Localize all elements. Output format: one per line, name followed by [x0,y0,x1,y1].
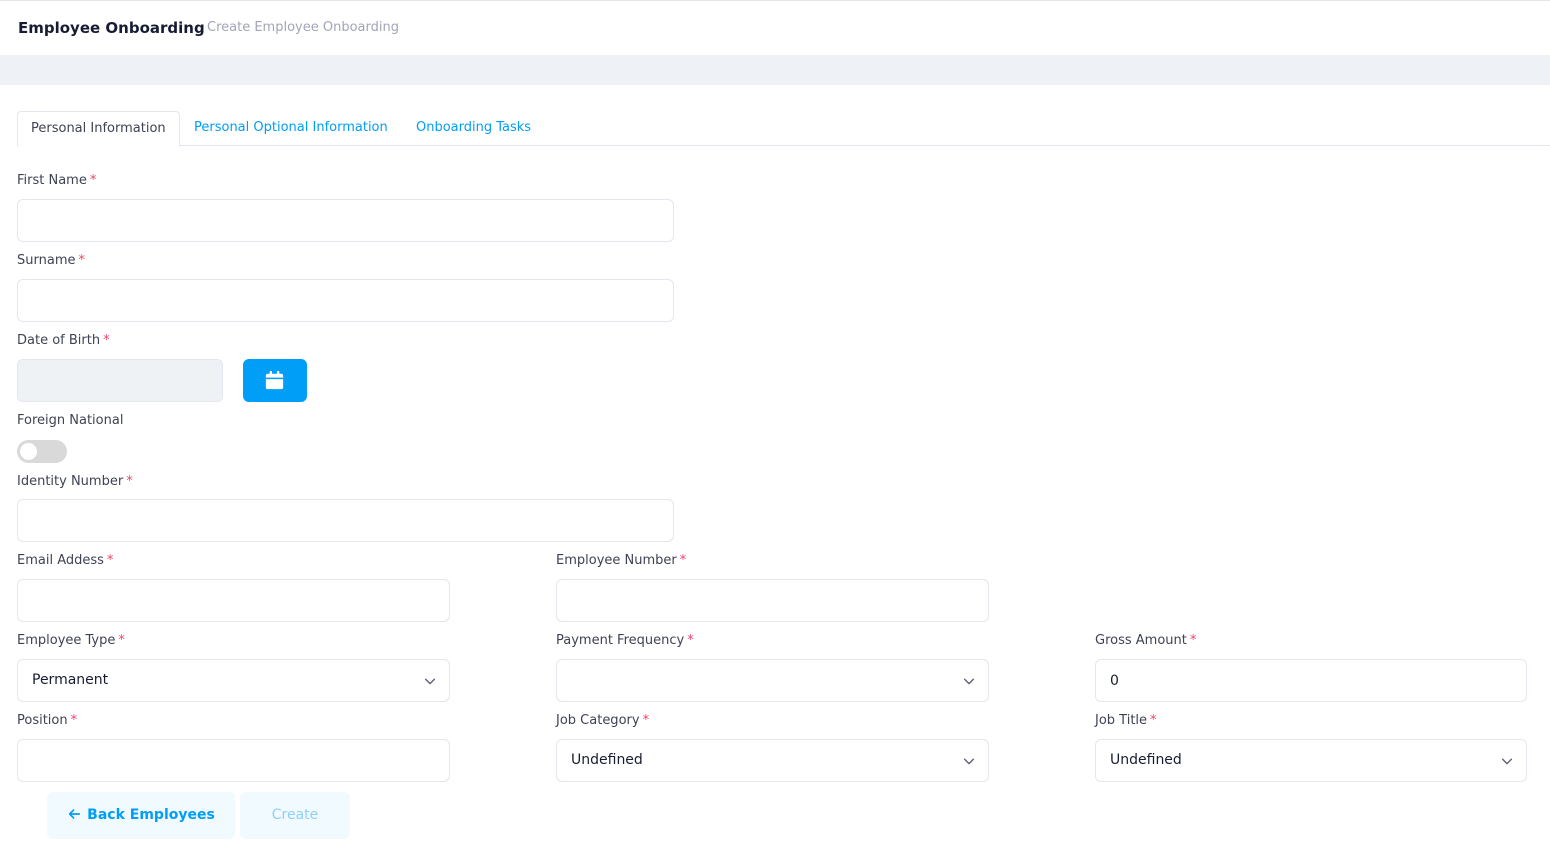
job-title-label-text: Job Title [1095,713,1148,728]
job-category-select[interactable]: Undefined [556,739,989,782]
required-marker: * [89,173,97,188]
toggle-knob [20,443,37,460]
date-picker-button[interactable] [243,359,307,402]
required-marker: * [1150,713,1157,728]
page-subtitle: Create Employee Onboarding [207,20,399,35]
required-marker: * [106,553,114,568]
employee-type-label-text: Employee Type [17,633,116,648]
employee-type-label: Employee Type * [17,633,125,648]
surname-input[interactable] [17,279,674,322]
email-address-label-text: Email Addess [17,553,104,568]
back-employees-label: Back Employees [87,807,215,823]
job-category-value: Undefined [571,752,643,768]
position-label-text: Position [17,713,68,728]
job-title-value: Undefined [1110,752,1182,768]
employee-type-select[interactable]: Permanent [17,659,450,702]
tab-onboarding-tasks[interactable]: Onboarding Tasks [416,111,531,146]
first-name-input[interactable] [17,199,674,242]
tab-personal-information[interactable]: Personal Information [17,111,180,147]
required-marker: * [1189,633,1197,648]
job-category-label-text: Job Category [556,713,640,728]
required-marker: * [70,713,78,728]
payment-frequency-select[interactable] [556,659,989,702]
tab-bar: Personal Information Personal Optional I… [17,111,1550,147]
foreign-national-label: Foreign National [17,413,124,428]
employee-number-input[interactable] [556,579,989,622]
required-marker: * [103,333,110,348]
surname-label-text: Surname [17,253,76,268]
surname-label: Surname * [17,253,85,268]
gross-amount-input[interactable] [1095,659,1527,702]
required-marker: * [687,633,694,648]
first-name-label: First Name * [17,173,96,188]
back-employees-button[interactable]: Back Employees [47,792,235,839]
identity-number-label: Identity Number * [17,474,133,489]
job-category-label: Job Category * [556,713,649,728]
position-input[interactable] [17,739,450,782]
identity-number-input[interactable] [17,499,674,542]
date-of-birth-label-text: Date of Birth [17,333,101,348]
chevron-down-icon [424,678,436,685]
first-name-label-text: First Name [17,173,87,188]
payment-frequency-label: Payment Frequency * [556,633,694,648]
position-label: Position * [17,713,77,728]
chevron-down-icon [1501,758,1513,765]
required-marker: * [642,713,650,728]
tab-personal-optional-information[interactable]: Personal Optional Information [194,111,388,146]
email-address-input[interactable] [17,579,450,622]
header-divider-band [0,55,1550,85]
identity-number-label-text: Identity Number [17,474,124,489]
gross-amount-label: Gross Amount * [1095,633,1196,648]
required-marker: * [78,253,85,268]
chevron-down-icon [963,758,975,765]
email-address-label: Email Addess * [17,553,113,568]
date-of-birth-input[interactable] [17,359,223,402]
required-marker: * [126,474,133,489]
date-of-birth-label: Date of Birth * [17,333,110,348]
employee-type-value: Permanent [32,672,109,688]
job-title-label: Job Title * [1095,713,1157,728]
calendar-icon [265,370,284,390]
chevron-down-icon [963,678,975,685]
required-marker: * [679,553,687,568]
page-header: Employee Onboarding Create Employee Onbo… [0,0,1550,55]
foreign-national-toggle[interactable] [17,440,67,463]
payment-frequency-label-text: Payment Frequency [556,633,685,648]
create-button[interactable]: Create [240,792,350,839]
job-title-select[interactable]: Undefined [1095,739,1527,782]
required-marker: * [118,633,125,648]
gross-amount-label-text: Gross Amount [1095,633,1187,648]
arrow-left-icon [68,809,81,819]
employee-number-label-text: Employee Number [556,553,677,568]
page-title: Employee Onboarding [18,19,205,37]
employee-number-label: Employee Number * [556,553,686,568]
